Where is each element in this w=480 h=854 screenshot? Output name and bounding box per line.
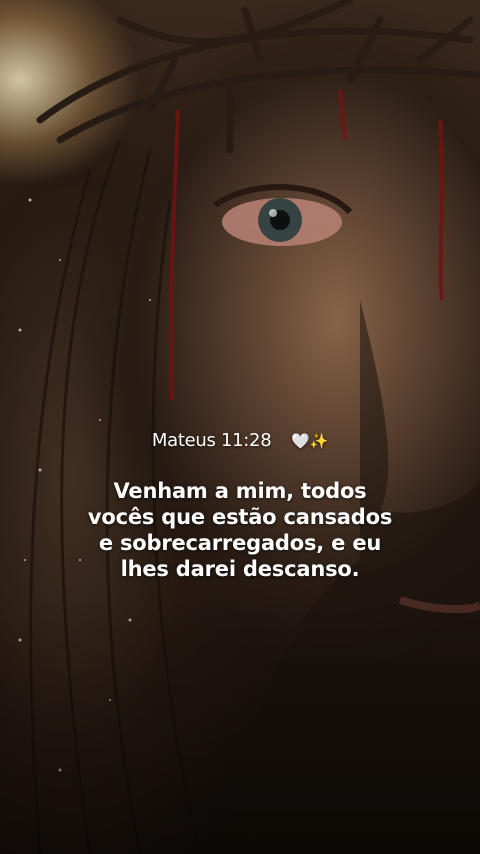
verse-line: e sobrecarregados, e eu — [98, 531, 382, 555]
verse-line: vocês que estão cansados — [87, 505, 393, 529]
verse-reference: Mateus 11:28 🤍✨ — [0, 426, 480, 456]
verse-line: lhes darei descanso. — [120, 557, 360, 581]
verse-line: Venham a mim, todos — [113, 479, 367, 503]
heart-sparkle-icon: 🤍✨ — [291, 432, 329, 450]
verse-overlay: Mateus 11:28 🤍✨ Venham a mim, todos vocês… — [0, 426, 480, 582]
reference-text: Mateus 11:28 — [151, 430, 272, 451]
background-image: Mateus 11:28 🤍✨ Venham a mim, todos vocês… — [0, 0, 480, 854]
verse-text: Venham a mim, todos vocês que estão cans… — [0, 478, 480, 582]
